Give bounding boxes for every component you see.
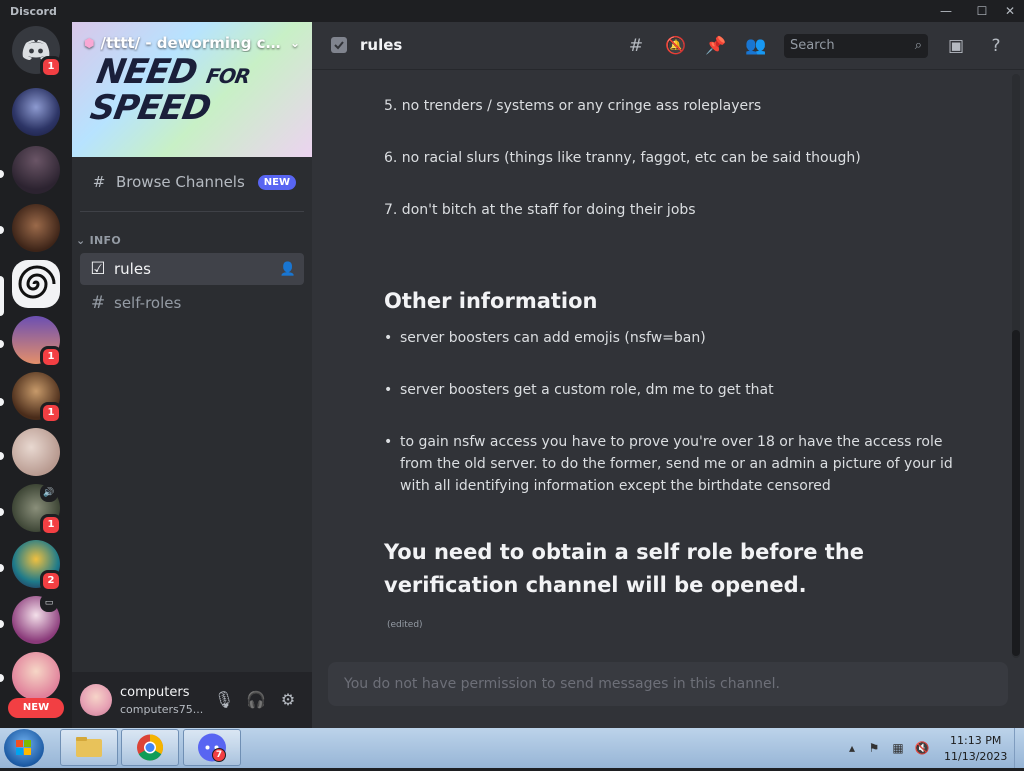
message-composer: You do not have permission to send messa… — [328, 662, 1008, 706]
discord-icon — [198, 733, 226, 762]
folder-icon — [76, 737, 102, 757]
server-unread-badge: 1 — [40, 514, 62, 536]
unread-indicator — [0, 674, 4, 682]
rules-channel-icon — [331, 37, 347, 53]
server-name: /tttt/ - deworming cli... — [100, 34, 284, 52]
taskbar-discord[interactable]: 7 — [183, 729, 241, 766]
server-list: 1 1 1 🔊 1 2 ▭ — [0, 22, 72, 728]
action-center-flag-icon[interactable]: ⚑ — [866, 740, 882, 756]
rule-line: 7. don't bitch at the staff for doing th… — [384, 202, 696, 218]
unread-indicator — [0, 170, 4, 178]
new-unreads-pill[interactable]: NEW — [8, 698, 64, 718]
taskbar-explorer[interactable] — [60, 729, 118, 766]
unread-indicator — [0, 564, 4, 572]
channel-title: rules — [360, 36, 403, 54]
clock-date[interactable]: 11/13/2023 — [944, 750, 1007, 763]
server-boost-icon: ⬢ — [84, 36, 95, 50]
inbox-icon[interactable]: ▣ — [944, 34, 968, 58]
maximize-button[interactable]: ☐ — [968, 1, 996, 21]
discord-taskbar-badge: 7 — [212, 748, 226, 762]
rule-line: 5. no trenders / systems or any cringe a… — [384, 98, 762, 114]
spiral-icon — [18, 265, 56, 299]
voice-speaker-icon: 🔊 — [40, 484, 58, 502]
username: computers — [120, 685, 190, 700]
scrollbar-thumb[interactable] — [1012, 330, 1020, 656]
server-icon-11[interactable] — [12, 652, 60, 700]
threads-icon[interactable]: # — [624, 34, 648, 58]
banner-logo: NEED FOR SPEED — [87, 52, 252, 128]
rule-line: 6. no racial slurs (things like tranny, … — [384, 150, 861, 166]
os-taskbar: 7 ▴ ⚑ ▦ 🔇 11:13 PM 11/13/2023 — [0, 728, 1024, 768]
channel-label: self-roles — [114, 294, 182, 312]
chevron-down-icon: ⌄ — [289, 36, 300, 50]
user-tag: computers75... — [120, 703, 204, 716]
help-icon[interactable]: ? — [984, 34, 1008, 58]
selected-server-indicator — [0, 276, 4, 316]
new-tag: NEW — [257, 174, 296, 190]
window-titlebar: Discord — ☐ ✕ — [0, 0, 1024, 22]
browse-channels[interactable]: # Browse Channels NEW — [80, 168, 304, 196]
composer-placeholder: You do not have permission to send messa… — [344, 676, 780, 692]
server-unread-badge: 2 — [40, 570, 62, 592]
rules-channel-icon: ☑ — [90, 259, 106, 279]
category-info[interactable]: ⌄ INFO — [76, 234, 121, 247]
clock-time[interactable]: 11:13 PM — [950, 734, 1001, 747]
channel-rules[interactable]: ☑ rules 👤 — [80, 253, 304, 285]
search-icon: ⌕ — [914, 38, 922, 53]
server-unread-badge: 1 — [40, 402, 62, 424]
chat-area: rules # 🔕 📌 👥 Search ⌕ ▣ ? 5. no trender… — [312, 22, 1024, 728]
browse-channels-label: Browse Channels — [116, 173, 245, 191]
minimize-button[interactable]: — — [932, 1, 960, 21]
taskbar-chrome[interactable] — [121, 729, 179, 766]
app-title: Discord — [10, 5, 57, 18]
search-placeholder: Search — [790, 38, 835, 53]
list-item: server boosters get a custom role, dm me… — [384, 379, 960, 401]
member-list-icon[interactable]: 👥 — [744, 34, 768, 58]
microphone-icon[interactable]: 🎙 — [212, 688, 236, 712]
show-desktop-button[interactable] — [1014, 728, 1024, 768]
channel-label: rules — [114, 260, 151, 278]
server-icon-3[interactable] — [12, 204, 60, 252]
network-icon[interactable]: ▦ — [890, 740, 906, 756]
list-item: server boosters can add emojis (nsfw=ban… — [384, 327, 960, 349]
start-button[interactable] — [4, 729, 44, 767]
server-icon-7[interactable] — [12, 428, 60, 476]
server-unread-badge: 1 — [40, 346, 62, 368]
chrome-icon — [137, 734, 164, 761]
verification-heading: You need to obtain a self role before th… — [384, 540, 865, 597]
unread-indicator — [0, 508, 4, 516]
unread-indicator — [0, 620, 4, 628]
list-item: to gain nsfw access you have to prove yo… — [384, 431, 960, 497]
pin-icon[interactable]: 📌 — [704, 34, 728, 58]
headphones-icon[interactable]: 🎧 — [244, 688, 268, 712]
server-icon-1[interactable] — [12, 88, 60, 136]
unread-indicator — [0, 340, 4, 348]
home-unread-badge: 1 — [40, 56, 62, 78]
show-hidden-icons-icon[interactable]: ▴ — [844, 740, 860, 756]
unread-indicator — [0, 226, 4, 234]
channel-self-roles[interactable]: # self-roles — [80, 287, 304, 319]
server-icon-2[interactable] — [12, 146, 60, 194]
server-icon-tttt-active[interactable] — [12, 260, 60, 308]
unread-indicator — [0, 452, 4, 460]
channel-sidebar: NEED FOR SPEED ⬢ /tttt/ - deworming cli..… — [72, 22, 312, 728]
close-button[interactable]: ✕ — [996, 1, 1024, 21]
notification-muted-icon[interactable]: 🔕 — [664, 34, 688, 58]
windows-logo-icon — [16, 740, 31, 755]
browse-hash-icon: # — [92, 173, 106, 191]
server-name-header[interactable]: ⬢ /tttt/ - deworming cli... ⌄ — [84, 34, 300, 52]
screen-share-icon: ▭ — [40, 594, 58, 612]
gear-icon[interactable]: ⚙ — [276, 688, 300, 712]
unread-indicator — [0, 398, 4, 406]
volume-muted-icon[interactable]: 🔇 — [914, 740, 930, 756]
user-panel: computers computers75... 🎙 🎧 ⚙ — [72, 672, 312, 728]
divider — [80, 211, 304, 212]
section-heading: Other information — [384, 289, 598, 313]
invite-user-icon[interactable]: 👤 — [280, 262, 296, 277]
avatar[interactable] — [80, 684, 112, 716]
edited-label: (edited) — [387, 620, 423, 630]
hash-icon: # — [90, 293, 106, 313]
channel-header: rules # 🔕 📌 👥 Search ⌕ ▣ ? — [312, 22, 1024, 70]
search-input[interactable]: Search ⌕ — [784, 34, 928, 58]
